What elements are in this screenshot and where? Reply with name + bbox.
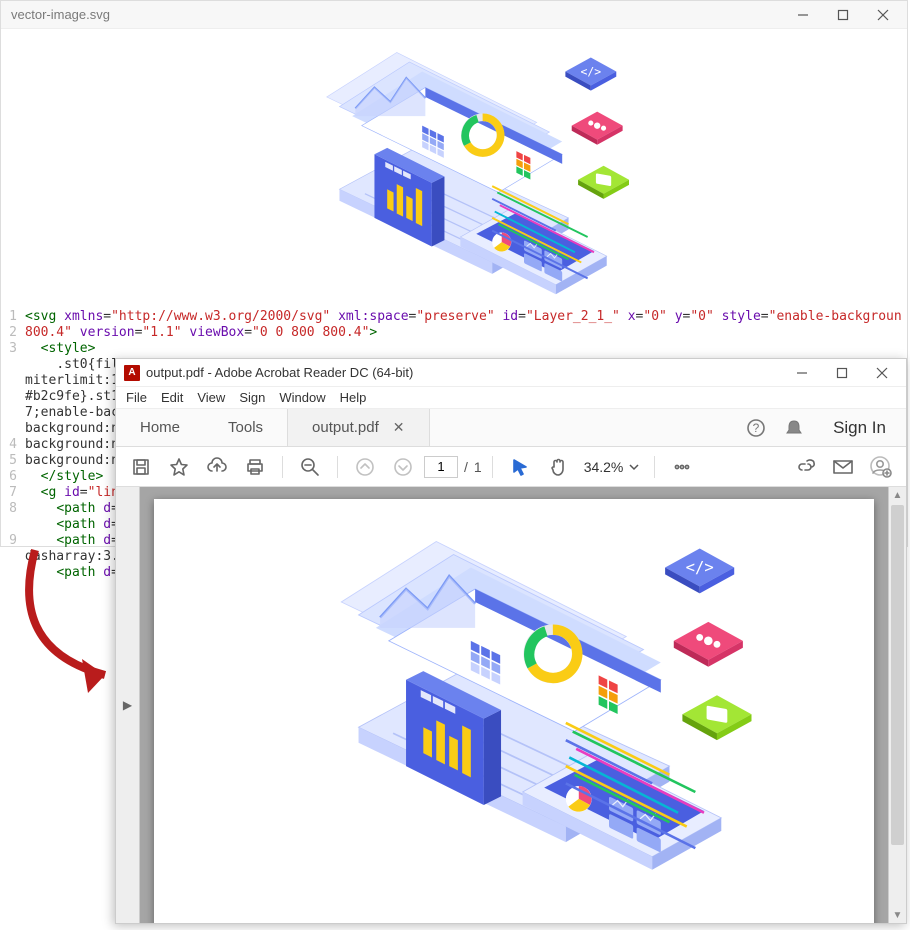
close-icon[interactable] [862,359,902,387]
titlebar: A output.pdf - Adobe Acrobat Reader DC (… [116,359,906,387]
page-total: 1 [474,459,482,475]
tab-label: Home [140,419,180,436]
menu-file[interactable]: File [126,390,147,405]
pdf-illustration [249,507,779,887]
titlebar: vector-image.svg [1,1,907,29]
tab-document[interactable]: output.pdf ✕ [287,409,429,446]
menu-edit[interactable]: Edit [161,390,183,405]
zoom-out-icon[interactable] [293,450,327,484]
toolbar: / 1 34.2% [116,447,906,487]
minimize-icon[interactable] [782,359,822,387]
chevron-down-icon [629,462,639,472]
scroll-up-icon[interactable]: ▲ [889,487,906,503]
tab-home[interactable]: Home [116,409,204,446]
page-area[interactable] [140,487,888,923]
side-panel-toggle[interactable]: ▶ [116,487,140,923]
help-icon[interactable]: ? [737,418,775,438]
svg-preview-canvas [1,29,907,305]
minimize-icon[interactable] [783,1,823,29]
menu-view[interactable]: View [197,390,225,405]
window-title: vector-image.svg [11,7,783,22]
tab-close-icon[interactable]: ✕ [393,419,405,436]
vertical-scrollbar[interactable]: ▲ ▼ [888,487,906,923]
notifications-icon[interactable] [775,418,813,438]
tab-label: Tools [228,419,263,436]
svg-illustration [244,27,664,307]
tab-label: output.pdf [312,419,379,436]
menu-sign[interactable]: Sign [239,390,265,405]
acrobat-app-icon: A [124,365,140,381]
tabbar: Home Tools output.pdf ✕ ? Sign In [116,409,906,447]
sign-in-button[interactable]: Sign In [813,418,906,438]
cloud-upload-icon[interactable] [200,450,234,484]
save-icon[interactable] [124,450,158,484]
scroll-thumb[interactable] [891,505,904,845]
page-indicator: / 1 [424,456,482,478]
menubar: File Edit View Sign Window Help [116,387,906,409]
maximize-icon[interactable] [823,1,863,29]
close-icon[interactable] [863,1,903,29]
page-current-input[interactable] [424,456,458,478]
hand-tool-icon[interactable] [541,450,575,484]
maximize-icon[interactable] [822,359,862,387]
page-sep: / [464,459,468,475]
zoom-select[interactable]: 34.2% [579,456,645,478]
acrobat-window: A output.pdf - Adobe Acrobat Reader DC (… [115,358,907,924]
zoom-value: 34.2% [584,459,624,475]
menu-help[interactable]: Help [340,390,367,405]
email-icon[interactable] [826,450,860,484]
line-gutter: 123 45678 9 [1,309,25,581]
chevron-right-icon: ▶ [123,698,132,712]
document-view: ▶ ▲ ▼ [116,487,906,923]
page-down-icon[interactable] [386,450,420,484]
account-icon[interactable] [864,450,898,484]
more-tools-icon[interactable] [665,450,699,484]
svg-text:?: ? [753,421,760,435]
scroll-down-icon[interactable]: ▼ [889,907,906,923]
print-icon[interactable] [238,450,272,484]
tab-tools[interactable]: Tools [204,409,287,446]
menu-window[interactable]: Window [279,390,325,405]
pdf-page [154,499,874,923]
share-link-icon[interactable] [788,450,822,484]
page-up-icon[interactable] [348,450,382,484]
star-icon[interactable] [162,450,196,484]
window-title: output.pdf - Adobe Acrobat Reader DC (64… [146,365,782,380]
selection-tool-icon[interactable] [503,450,537,484]
